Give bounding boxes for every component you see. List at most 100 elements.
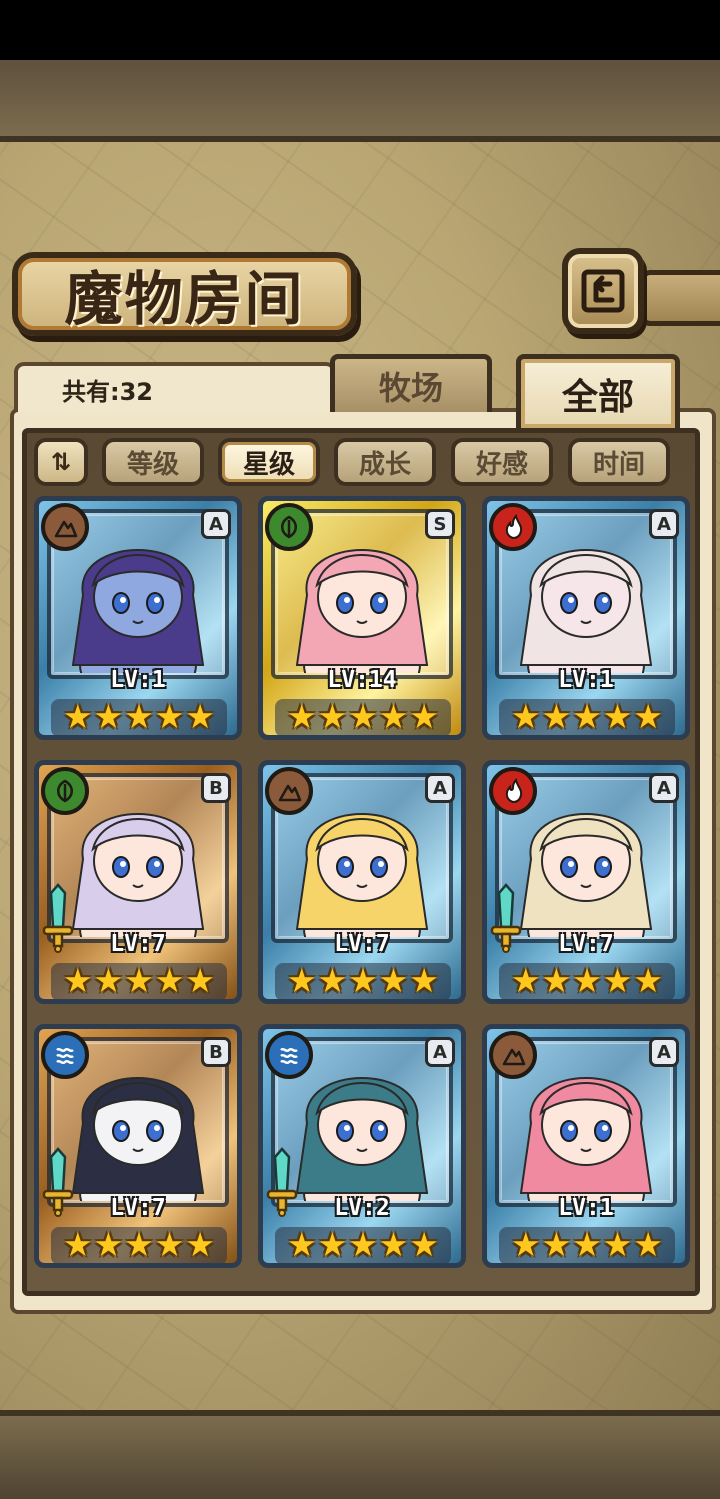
monster-card[interactable]: A LV:1 ★ ★ ★ ★ ★	[482, 1024, 690, 1268]
star-icon: ★	[409, 1225, 439, 1264]
fire-element-icon	[489, 503, 537, 551]
monster-card[interactable]: B LV:7 ★ ★ ★ ★ ★	[34, 760, 242, 1004]
star-icon: ★	[154, 961, 185, 1000]
rank-badge: A	[425, 773, 455, 803]
star-icon: ★	[633, 697, 663, 736]
star-icon: ★	[409, 697, 439, 736]
star-icon: ★	[511, 697, 541, 736]
monster-level: LV:7	[558, 931, 614, 957]
bottom-map-band	[0, 1410, 720, 1499]
sort-time-label: 时间	[592, 449, 645, 480]
monster-level: LV:1	[558, 1195, 614, 1221]
star-icon: ★	[287, 1225, 317, 1264]
monster-card[interactable]: A LV:2 ★ ★ ★ ★ ★	[258, 1024, 466, 1268]
star-rating: ★ ★ ★ ★ ★	[275, 961, 451, 1000]
monster-level: LV:7	[110, 1195, 166, 1221]
count-bar: 共有:32	[14, 362, 336, 412]
sort-stars-label: 星级	[242, 449, 295, 480]
sort-order-icon: ⇅	[50, 448, 72, 476]
star-icon: ★	[378, 697, 409, 736]
star-icon: ★	[317, 697, 348, 736]
monster-card[interactable]: A LV:7 ★ ★ ★ ★ ★	[482, 760, 690, 1004]
back-rail	[640, 270, 720, 326]
sort-growth-label: 成长	[358, 449, 411, 480]
sort-stars-button[interactable]: 星级	[218, 438, 320, 486]
star-icon: ★	[602, 697, 633, 736]
monster-level: LV:7	[110, 931, 166, 957]
rank-badge: B	[201, 1037, 231, 1067]
sort-time-button[interactable]: 时间	[568, 438, 670, 486]
star-icon: ★	[124, 961, 154, 1000]
star-icon: ★	[154, 1225, 185, 1264]
monster-level: LV:2	[334, 1195, 390, 1221]
star-icon: ★	[317, 961, 348, 1000]
star-icon: ★	[511, 1225, 541, 1264]
title-plaque: 魔物房间	[12, 252, 357, 336]
monster-card[interactable]: S LV:14 ★ ★ ★ ★ ★	[258, 496, 466, 740]
star-icon: ★	[93, 1225, 124, 1264]
back-arrow-icon	[581, 269, 625, 313]
rank-badge: B	[201, 773, 231, 803]
star-icon: ★	[572, 697, 602, 736]
star-icon: ★	[602, 961, 633, 1000]
water-element-icon	[265, 1031, 313, 1079]
star-rating: ★ ★ ★ ★ ★	[275, 1225, 451, 1264]
star-icon: ★	[348, 961, 378, 1000]
star-icon: ★	[602, 1225, 633, 1264]
star-rating: ★ ★ ★ ★ ★	[51, 1225, 227, 1264]
top-map-band	[0, 60, 720, 142]
monster-card[interactable]: A LV:1 ★ ★ ★ ★ ★	[482, 496, 690, 740]
star-icon: ★	[541, 697, 572, 736]
star-icon: ★	[93, 961, 124, 1000]
star-rating: ★ ★ ★ ★ ★	[499, 961, 675, 1000]
back-button[interactable]	[562, 248, 644, 334]
star-rating: ★ ★ ★ ★ ★	[51, 961, 227, 1000]
star-icon: ★	[633, 961, 663, 1000]
star-icon: ★	[378, 961, 409, 1000]
monster-level: LV:14	[327, 667, 397, 693]
rank-badge: S	[425, 509, 455, 539]
monster-card[interactable]: B LV:7 ★ ★ ★ ★ ★	[34, 1024, 242, 1268]
monster-card[interactable]: A LV:1 ★ ★ ★ ★ ★	[34, 496, 242, 740]
sort-affection-button[interactable]: 好感	[451, 438, 553, 486]
star-icon: ★	[409, 961, 439, 1000]
star-icon: ★	[348, 1225, 378, 1264]
star-icon: ★	[541, 961, 572, 1000]
star-rating: ★ ★ ★ ★ ★	[499, 1225, 675, 1264]
star-icon: ★	[124, 1225, 154, 1264]
tab-ranch-label: 牧场	[378, 368, 443, 407]
monster-level: LV:1	[558, 667, 614, 693]
fire-element-icon	[489, 767, 537, 815]
star-icon: ★	[185, 697, 215, 736]
star-icon: ★	[633, 1225, 663, 1264]
star-rating: ★ ★ ★ ★ ★	[499, 697, 675, 736]
sort-level-button[interactable]: 等级	[102, 438, 204, 486]
monster-card[interactable]: A LV:7 ★ ★ ★ ★ ★	[258, 760, 466, 1004]
monster-level: LV:7	[334, 931, 390, 957]
star-icon: ★	[63, 697, 93, 736]
rank-badge: A	[201, 509, 231, 539]
monster-level: LV:1	[110, 667, 166, 693]
water-element-icon	[41, 1031, 89, 1079]
star-icon: ★	[572, 1225, 602, 1264]
star-icon: ★	[63, 1225, 93, 1264]
star-icon: ★	[93, 697, 124, 736]
rank-badge: A	[425, 1037, 455, 1067]
star-icon: ★	[511, 961, 541, 1000]
earth-element-icon	[489, 1031, 537, 1079]
sort-order-toggle[interactable]: ⇅	[34, 438, 88, 486]
star-icon: ★	[63, 961, 93, 1000]
tab-ranch[interactable]: 牧场	[330, 354, 492, 412]
star-icon: ★	[287, 961, 317, 1000]
tab-all[interactable]: 全部	[516, 354, 680, 428]
leaf-element-icon	[265, 503, 313, 551]
rank-badge: A	[649, 509, 679, 539]
earth-element-icon	[265, 767, 313, 815]
star-icon: ★	[154, 697, 185, 736]
star-icon: ★	[317, 1225, 348, 1264]
star-icon: ★	[185, 1225, 215, 1264]
tab-all-label: 全部	[561, 376, 634, 418]
rank-badge: A	[649, 1037, 679, 1067]
sort-growth-button[interactable]: 成长	[334, 438, 436, 486]
rank-badge: A	[649, 773, 679, 803]
